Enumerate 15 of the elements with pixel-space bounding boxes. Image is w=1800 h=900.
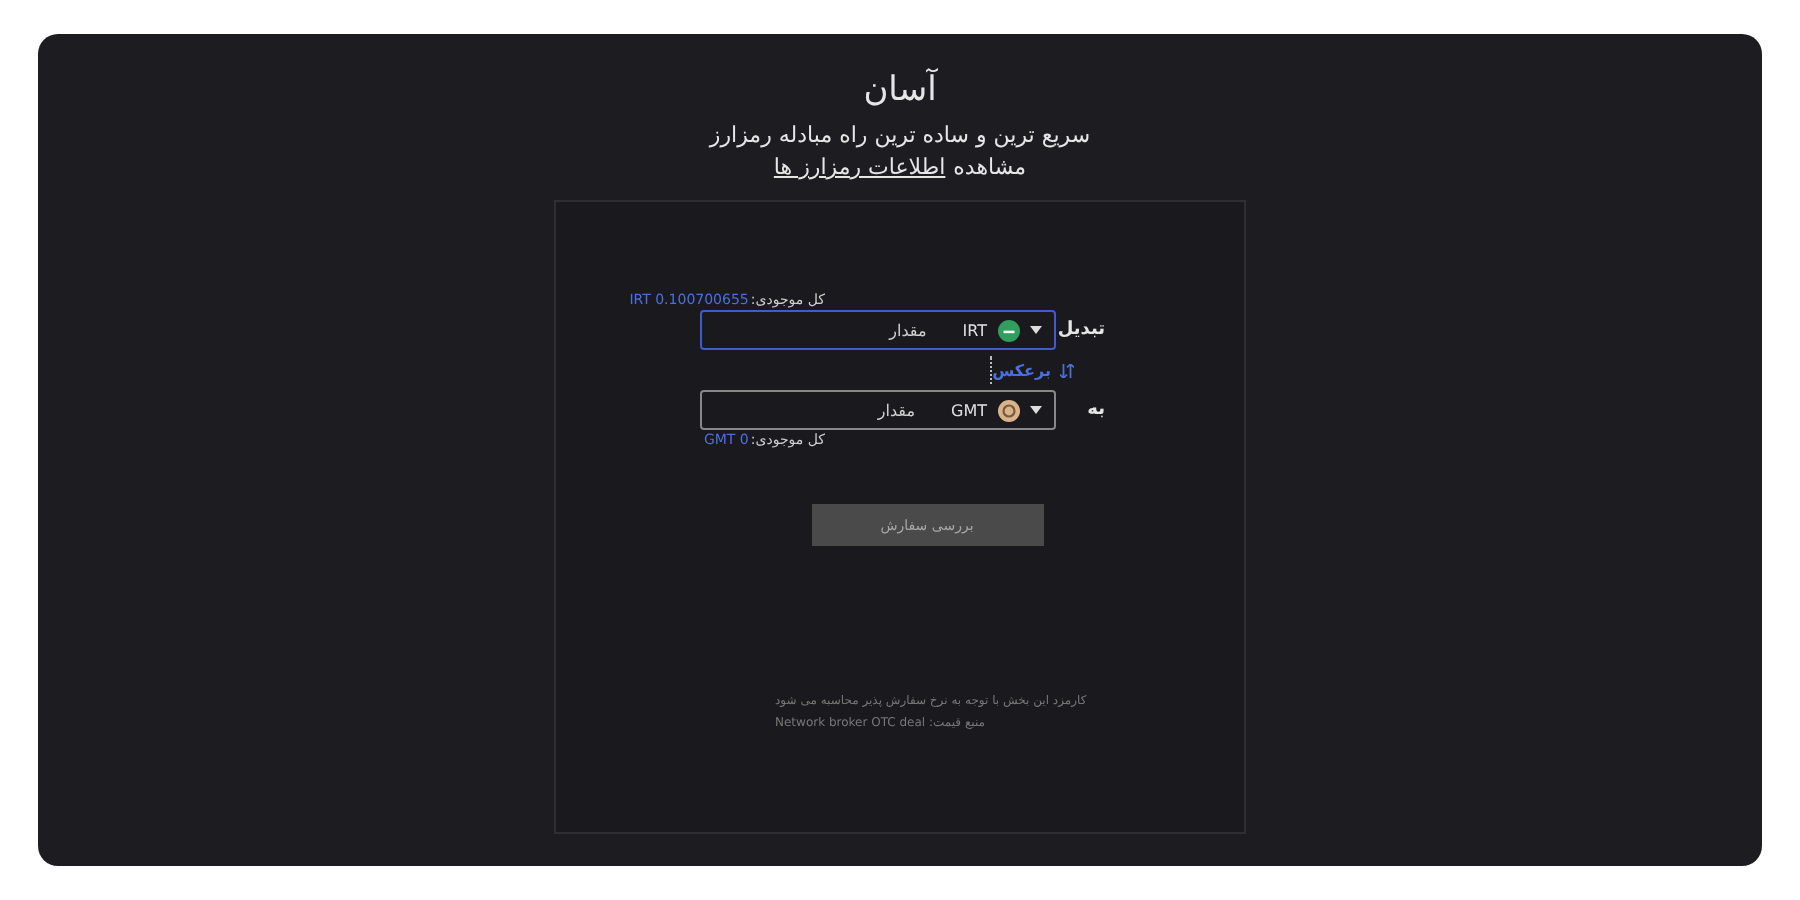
amount-input[interactable]: مقدار [701,321,963,339]
amount-input[interactable]: مقدار [701,401,951,419]
swap-icon [1059,363,1073,377]
coin-icon [997,399,1019,421]
swap-button[interactable]: برعکس [992,361,1073,379]
page-subtitle: سریع ترین و ساده ترین راه مبادله رمزارز [709,120,1091,152]
caret-icon[interactable] [1029,326,1041,334]
field-label: به [1085,400,1105,420]
info-text: مشاهده [953,152,1027,184]
coin-icon [997,319,1019,341]
caret-icon[interactable] [1029,406,1041,414]
page-title: آسان [863,68,937,112]
currency-label: IRT [962,321,987,339]
info-link[interactable]: اطلاعات رمزارز ها [773,152,946,184]
currency-label: GMT [951,401,987,419]
